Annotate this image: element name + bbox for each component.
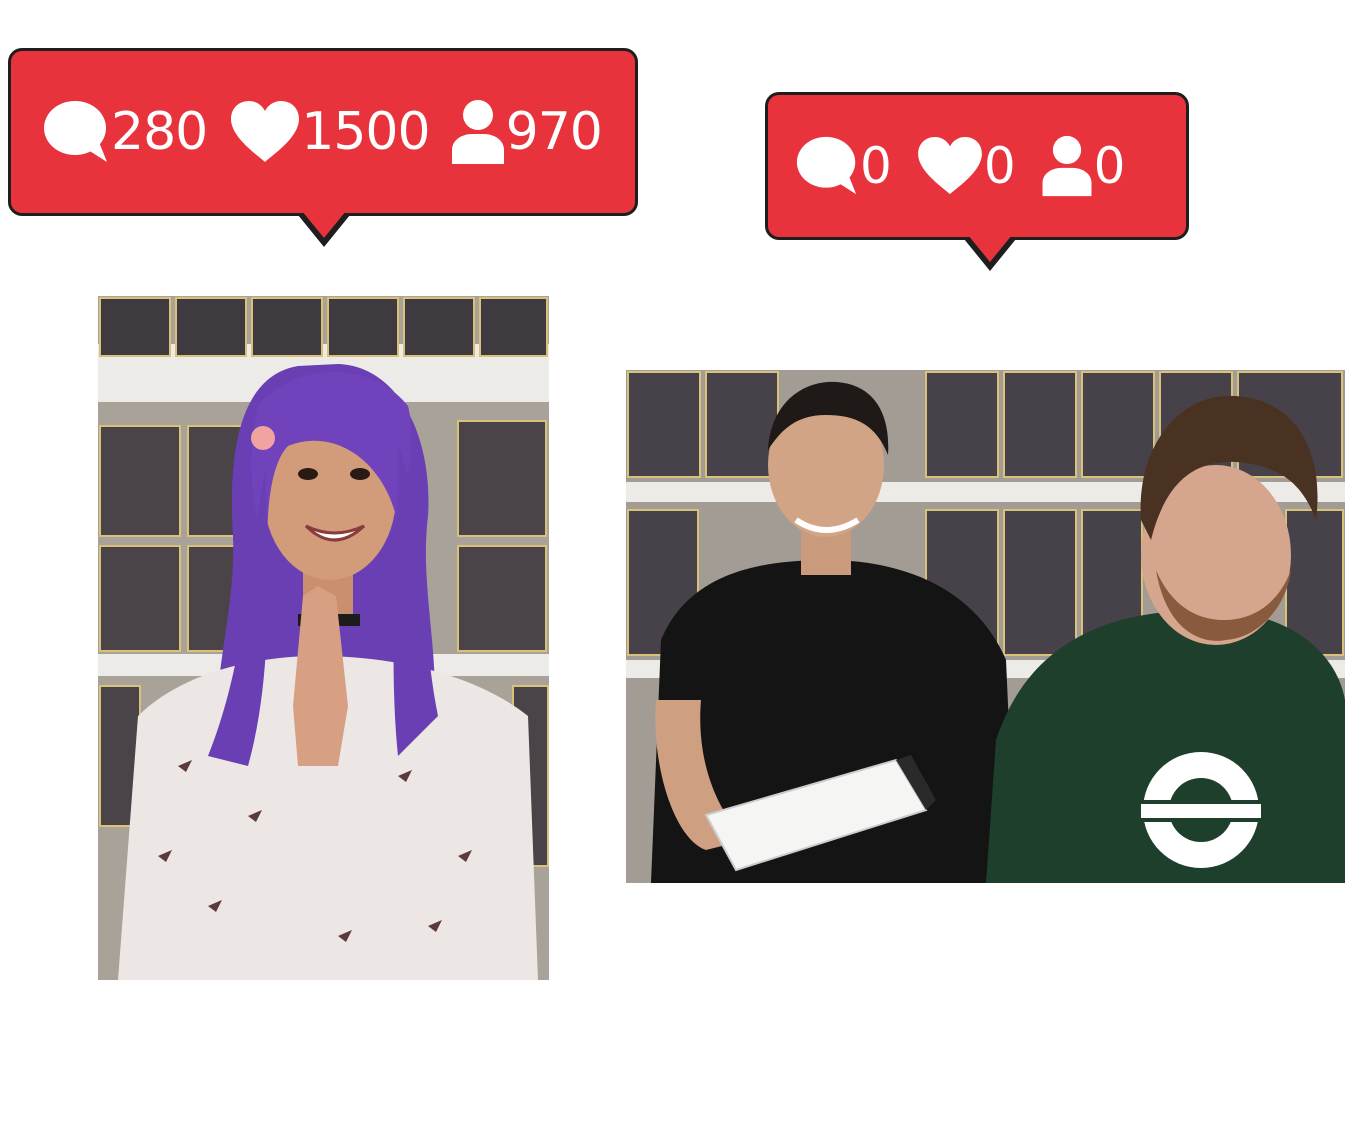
comment-bubble-icon bbox=[41, 98, 111, 166]
follower-count: 970 bbox=[505, 102, 603, 162]
notification-badge-zero: 0 0 0 bbox=[765, 92, 1189, 271]
notification-badge-high: 280 1500 970 bbox=[8, 48, 638, 247]
like-count: 0 bbox=[983, 137, 1016, 195]
badge-pointer bbox=[298, 211, 350, 247]
heart-icon bbox=[916, 136, 984, 196]
comment-stat: 280 bbox=[41, 98, 208, 166]
photo-two-men bbox=[626, 370, 1345, 883]
follower-stat: 970 bbox=[450, 98, 603, 166]
like-count: 1500 bbox=[301, 102, 430, 162]
follower-count: 0 bbox=[1093, 137, 1126, 195]
comment-count: 280 bbox=[111, 102, 208, 162]
like-stat: 0 bbox=[916, 136, 1016, 196]
comment-bubble-icon bbox=[794, 134, 860, 198]
heart-icon bbox=[229, 100, 301, 164]
photo-woman-purple-hair bbox=[98, 296, 549, 980]
person-icon bbox=[1040, 134, 1094, 198]
like-stat: 1500 bbox=[229, 100, 431, 164]
comment-stat: 0 bbox=[794, 134, 892, 198]
follower-stat: 0 bbox=[1040, 134, 1126, 198]
comment-count: 0 bbox=[860, 137, 892, 195]
person-icon bbox=[450, 98, 506, 166]
badge-pointer bbox=[964, 235, 1016, 271]
